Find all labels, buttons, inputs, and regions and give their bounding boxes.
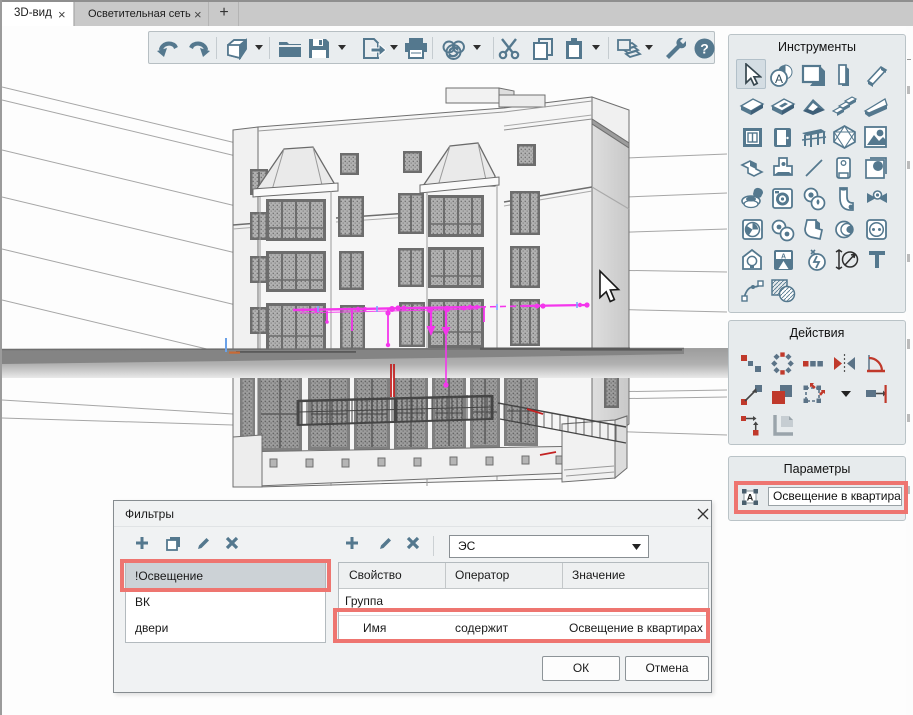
svg-text:A: A — [775, 72, 783, 86]
svg-text:?: ? — [700, 41, 709, 57]
svg-text:A: A — [781, 254, 786, 261]
